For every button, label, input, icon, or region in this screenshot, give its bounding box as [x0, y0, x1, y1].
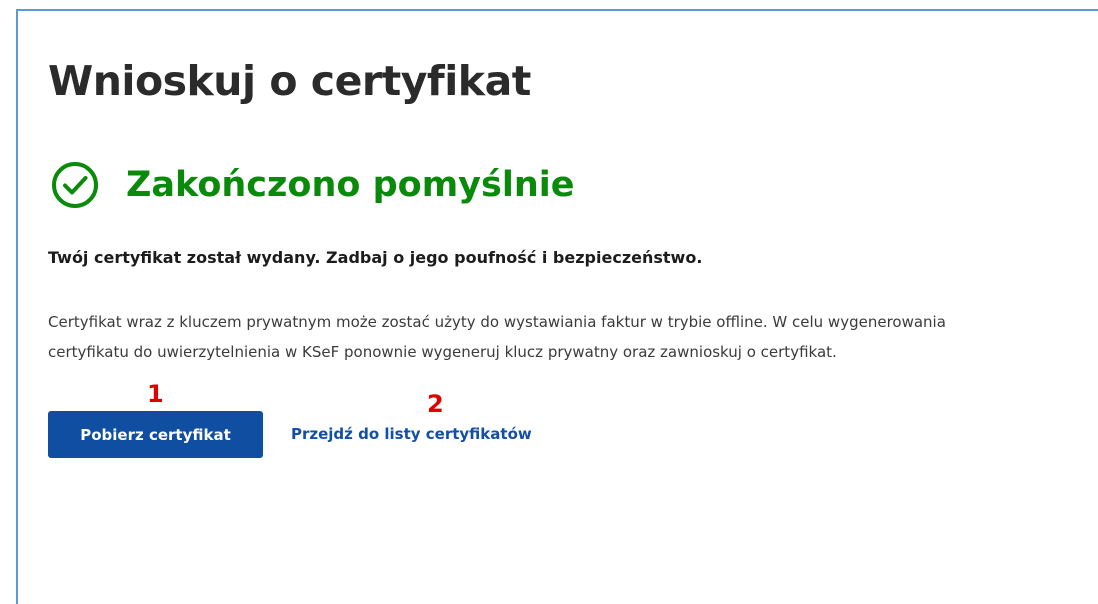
- download-certificate-button[interactable]: Pobierz certyfikat: [48, 411, 263, 458]
- page-title: Wnioskuj o certyfikat: [48, 57, 531, 105]
- check-circle-icon: [52, 162, 98, 208]
- annotation-marker-2: 2: [427, 390, 444, 418]
- description-line: Certyfikat wraz z kluczem prywatnym może…: [48, 313, 946, 331]
- certificate-description: Certyfikat wraz z kluczem prywatnym może…: [48, 307, 946, 367]
- content-panel: Wnioskuj o certyfikat Zakończono pomyśln…: [16, 9, 1098, 604]
- certificate-issued-notice: Twój certyfikat został wydany. Zadbaj o …: [48, 248, 703, 267]
- certificate-list-link[interactable]: Przejdź do listy certyfikatów: [291, 425, 532, 443]
- description-line: certyfikatu do uwierzytelnienia w KSeF p…: [48, 343, 837, 361]
- annotation-marker-1: 1: [147, 380, 164, 408]
- success-message: Zakończono pomyślnie: [126, 165, 575, 205]
- success-status: Zakończono pomyślnie: [50, 155, 574, 215]
